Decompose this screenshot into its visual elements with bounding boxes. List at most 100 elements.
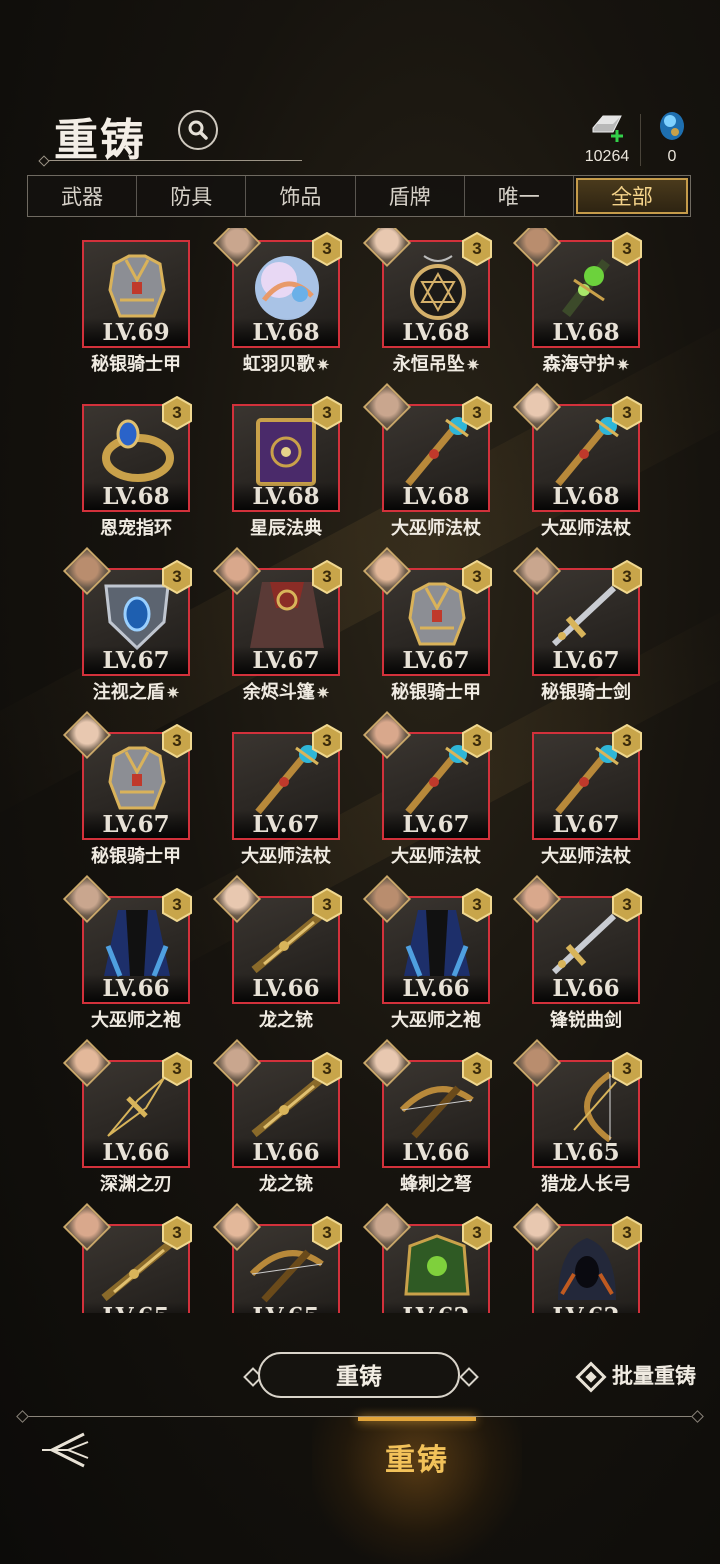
item-name: 森海守护 ✷ (502, 350, 670, 376)
item-slot[interactable]: LV.67 3 秘银骑士剑 (512, 546, 682, 708)
tier-badge-value: 3 (322, 403, 332, 422)
blue-crystal-icon (660, 112, 684, 140)
item-level: LV.66 (234, 974, 338, 1002)
tab-shield[interactable]: 盾牌 (356, 176, 465, 216)
tier-badge-value: 3 (322, 1223, 332, 1242)
item-name: 秘银骑士甲 (52, 350, 220, 376)
item-card[interactable]: LV.69 (82, 240, 190, 348)
tier-badge-value: 3 (322, 567, 332, 586)
item-level: LV.66 (384, 1138, 488, 1166)
item-name-text: 大巫师法杖 (541, 846, 631, 867)
tab-all[interactable]: 全部 (575, 178, 689, 214)
item-slot[interactable]: LV.62 3 (512, 1202, 682, 1313)
crystal-amount: 0 (667, 148, 677, 165)
tier-badge-value: 3 (622, 567, 632, 586)
item-level: LV.67 (534, 810, 638, 838)
item-level: LV.66 (234, 1138, 338, 1166)
item-name: 余烬斗篷 ✷ (202, 678, 370, 704)
item-level: LV.65 (84, 1302, 188, 1313)
search-button[interactable] (178, 110, 218, 150)
crystal-currency[interactable]: 0 (650, 106, 694, 166)
item-level: LV.65 (234, 1302, 338, 1313)
tier-badge-icon: 3 (310, 1051, 344, 1087)
bottom-tab-label: 重铸 (385, 1443, 449, 1478)
item-name-text: 大巫师法杖 (241, 846, 331, 867)
item-name-text: 秘银骑士甲 (391, 682, 481, 703)
batch-recast-label[interactable]: 批量重铸 (612, 1360, 696, 1390)
tier-badge-icon: 3 (610, 887, 644, 923)
sparkle-icon: ✷ (616, 356, 630, 374)
item-slot[interactable]: LV.65 3 (212, 1202, 382, 1313)
item-name: 大巫师法杖 (352, 842, 520, 868)
tier-badge-icon: 3 (460, 559, 494, 595)
item-level: LV.68 (234, 482, 338, 510)
item-name: 龙之铳 (202, 1006, 370, 1032)
item-name-text: 锋锐曲剑 (550, 1010, 622, 1031)
item-name-text: 星辰法典 (250, 518, 322, 539)
batch-checkbox-icon[interactable] (575, 1361, 607, 1393)
tier-badge-icon: 3 (310, 559, 344, 595)
item-slot[interactable]: LV.68 3 大巫师法杖 (512, 382, 682, 544)
item-level: LV.68 (384, 482, 488, 510)
item-name: 大巫师法杖 (202, 842, 370, 868)
tier-badge-icon: 3 (610, 1215, 644, 1251)
tier-badge-value: 3 (322, 239, 332, 258)
item-name-text: 龙之铳 (259, 1174, 313, 1195)
tier-badge-icon: 3 (460, 231, 494, 267)
tier-badge-value: 3 (172, 895, 182, 914)
tier-badge-value: 3 (622, 403, 632, 422)
item-level: LV.67 (534, 646, 638, 674)
item-level: LV.62 (384, 1302, 488, 1313)
tier-badge-value: 3 (472, 567, 482, 586)
item-name-text: 秘银骑士剑 (541, 682, 631, 703)
tab-weapon[interactable]: 武器 (28, 176, 138, 216)
category-tabs: 武器 防具 饰品 盾牌 唯一 全部 (27, 175, 691, 217)
item-name: 锋锐曲剑 (502, 1006, 670, 1032)
item-name-text: 大巫师法杖 (541, 518, 631, 539)
item-level: LV.68 (534, 318, 638, 346)
tab-accessory[interactable]: 饰品 (246, 176, 356, 216)
tier-badge-value: 3 (472, 239, 482, 258)
tier-badge-value: 3 (322, 731, 332, 750)
tier-badge-value: 3 (322, 895, 332, 914)
item-slot[interactable]: LV.67 3 大巫师法杖 (532, 722, 682, 872)
item-name-text: 永恒吊坠 (392, 354, 465, 375)
tier-badge-icon: 3 (310, 723, 344, 759)
item-level: LV.68 (534, 482, 638, 510)
back-button[interactable] (38, 1428, 92, 1472)
silver-ingot-icon (592, 115, 623, 142)
tier-badge-value: 3 (172, 1223, 182, 1242)
item-name: 猎龙人长弓 (502, 1170, 670, 1196)
recast-button[interactable]: 重铸 (258, 1352, 460, 1398)
tier-badge-icon: 3 (310, 887, 344, 923)
item-slot[interactable]: LV.68 3 森海守护 ✷ (512, 228, 682, 380)
item-name: 星辰法典 (202, 514, 370, 540)
tier-badge-icon: 3 (160, 1051, 194, 1087)
tier-badge-value: 3 (472, 895, 482, 914)
bottom-tab-recast[interactable]: 重铸 (312, 1417, 522, 1564)
back-arrow-icon (42, 1432, 89, 1468)
item-slot[interactable]: LV.62 3 (362, 1202, 532, 1313)
tier-badge-icon: 3 (160, 559, 194, 595)
item-name: 秘银骑士甲 (52, 842, 220, 868)
item-slot[interactable]: LV.65 3 (62, 1202, 232, 1313)
item-name-text: 虹羽贝歌 (242, 354, 315, 375)
item-level: LV.66 (384, 974, 488, 1002)
tier-badge-icon: 3 (460, 395, 494, 431)
sparkle-icon: ✷ (166, 684, 180, 702)
tab-armor[interactable]: 防具 (137, 176, 247, 216)
item-slot[interactable]: LV.65 3 猎龙人长弓 (512, 1038, 682, 1200)
item-name: 注视之盾 ✷ (52, 678, 220, 704)
item-level: LV.67 (234, 810, 338, 838)
item-name: 恩宠指环 (52, 514, 220, 540)
button-right-ornament (459, 1367, 479, 1387)
item-name: 大巫师法杖 (352, 514, 520, 540)
item-level: LV.69 (84, 318, 188, 346)
item-name-text: 龙之铳 (259, 1010, 313, 1031)
silver-currency[interactable]: 10264 (580, 108, 634, 166)
item-slot[interactable]: LV.66 3 锋锐曲剑 (512, 874, 682, 1036)
tab-unique[interactable]: 唯一 (465, 176, 574, 216)
item-name-text: 蜂刺之弩 (400, 1174, 472, 1195)
item-name-text: 猎龙人长弓 (541, 1174, 631, 1195)
sparkle-icon: ✷ (316, 684, 330, 702)
